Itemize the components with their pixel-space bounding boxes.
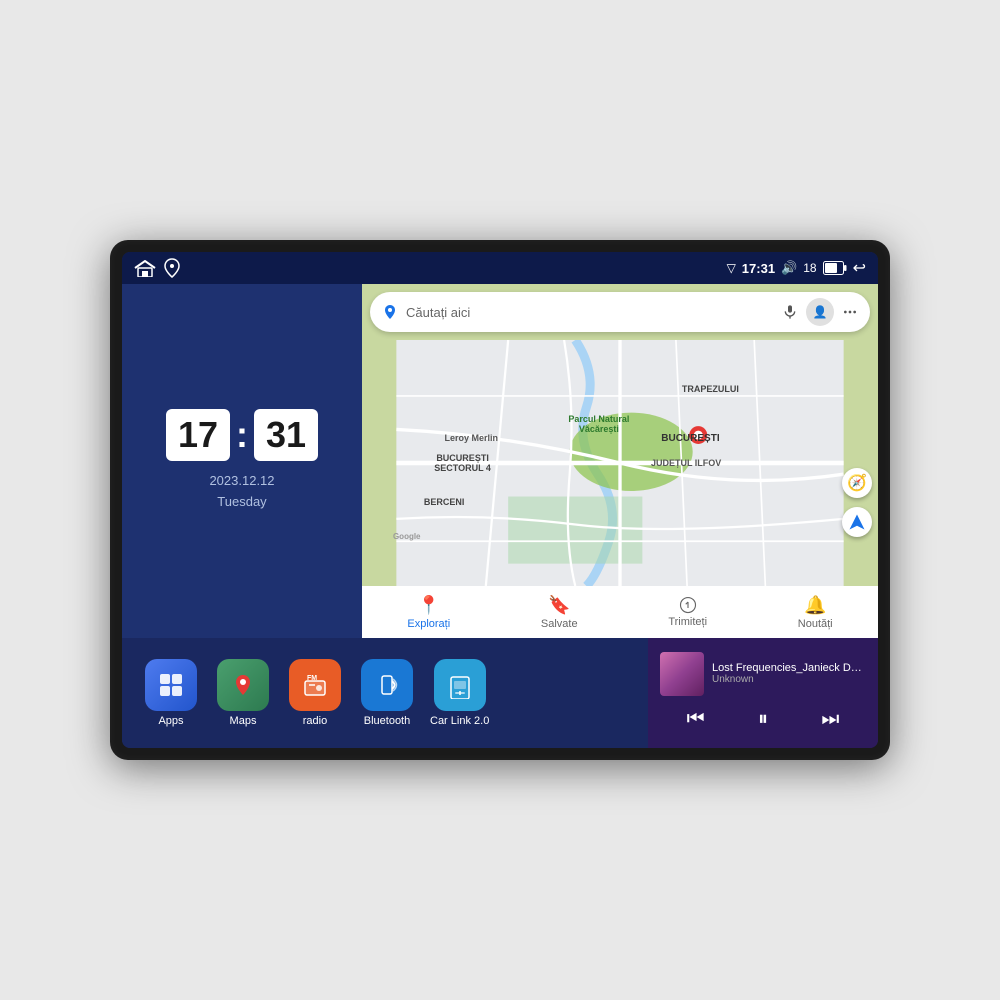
label-sector4: BUCUREȘTISECTORUL 4 (434, 453, 491, 473)
map-panel[interactable]: Căutați aici 👤 (362, 284, 878, 638)
clock-hours: 17 (166, 409, 230, 461)
share-icon (679, 596, 697, 614)
apps-icon (145, 659, 197, 711)
nav-exploreaza-label: Explorați (407, 618, 450, 630)
radio-app-icon: FM (301, 671, 329, 699)
menu-icon[interactable] (842, 304, 858, 320)
music-player: Lost Frequencies_Janieck Devy-... Unknow… (648, 638, 878, 748)
back-icon[interactable]: ↩ (853, 258, 866, 278)
nav-trimiteti-label: Trimiteți (668, 616, 707, 628)
day-value: Tuesday (209, 492, 274, 513)
app-carlink[interactable]: Car Link 2.0 (430, 659, 489, 727)
saved-icon: 🔖 (548, 595, 570, 616)
maps-label: Maps (230, 715, 257, 727)
radio-label: radio (303, 715, 327, 727)
map-search-bar[interactable]: Căutați aici 👤 (370, 292, 870, 332)
map-bottom-nav: 📍 Explorați 🔖 Salvate Trimiteți (362, 586, 878, 638)
date-display: 2023.12.12 Tuesday (209, 471, 274, 513)
nav-trimiteti[interactable]: Trimiteți (668, 596, 707, 628)
nav-noutati[interactable]: 🔔 Noutăți (798, 595, 833, 630)
bluetooth-label: Bluetooth (364, 715, 410, 727)
music-info: Lost Frequencies_Janieck Devy-... Unknow… (660, 652, 866, 696)
next-button[interactable]: ⏭ (811, 704, 849, 735)
device: ▽ 17:31 🔊 18 ↩ 17 : 31 (110, 240, 890, 760)
app-radio[interactable]: FM radio (286, 659, 344, 727)
volume-icon: 🔊 (781, 260, 797, 276)
apps-bar: Apps Maps (122, 638, 648, 748)
battery-value: 18 (803, 261, 816, 275)
album-art (660, 652, 704, 696)
carlink-app-icon (446, 671, 474, 699)
maps-icon (217, 659, 269, 711)
radio-icon: FM (289, 659, 341, 711)
microphone-icon[interactable] (782, 304, 798, 320)
app-maps[interactable]: Maps (214, 659, 272, 727)
explore-icon: 📍 (418, 595, 440, 616)
label-google: Google (393, 532, 421, 541)
home-icon[interactable] (134, 260, 156, 277)
maps-app-icon (229, 671, 257, 699)
clock-minutes: 31 (254, 409, 318, 461)
location-nav-icon[interactable] (164, 258, 180, 278)
date-value: 2023.12.12 (209, 471, 274, 492)
music-text: Lost Frequencies_Janieck Devy-... Unknow… (712, 662, 866, 685)
news-icon: 🔔 (804, 595, 826, 616)
signal-icon: ▽ (727, 261, 736, 275)
label-trapezului: TRAPEZULUI (682, 384, 739, 394)
screen: ▽ 17:31 🔊 18 ↩ 17 : 31 (122, 252, 878, 748)
music-artist: Unknown (712, 674, 866, 685)
user-avatar[interactable]: 👤 (806, 298, 834, 326)
clock-panel: 17 : 31 2023.12.12 Tuesday (122, 284, 362, 638)
map-area[interactable]: TRAPEZULUI BUCUREȘTI JUDEȚUL ILFOV Parcu… (362, 340, 878, 586)
svg-text:FM: FM (307, 675, 317, 682)
bottom-section: Apps Maps (122, 638, 878, 748)
nav-exploreaza[interactable]: 📍 Explorați (407, 595, 450, 630)
status-left-icons (134, 258, 180, 278)
label-parcul: Parcul NaturalVăcărești (568, 414, 629, 434)
battery-icon (823, 261, 847, 275)
compass-button[interactable]: 🧭 (842, 468, 872, 498)
music-controls: ⏮ ⏸ ⏭ (660, 704, 866, 735)
label-leroy: Leroy Merlin (445, 433, 499, 443)
music-title: Lost Frequencies_Janieck Devy-... (712, 662, 866, 674)
album-art-image (660, 652, 704, 696)
label-berceni: BERCENI (424, 497, 465, 507)
app-bluetooth[interactable]: Bluetooth (358, 659, 416, 727)
nav-salvate-label: Salvate (541, 618, 578, 630)
label-bucuresti: BUCUREȘTI (661, 433, 719, 444)
clock-separator: : (236, 417, 248, 453)
app-apps[interactable]: Apps (142, 659, 200, 727)
bluetooth-icon-bg (361, 659, 413, 711)
bluetooth-app-icon (373, 671, 401, 699)
main-content: 17 : 31 2023.12.12 Tuesday Căutați (122, 284, 878, 638)
apps-grid-icon (157, 671, 185, 699)
clock-widget: 17 : 31 (166, 409, 318, 461)
maps-pin-icon (382, 304, 398, 320)
status-time: 17:31 (742, 261, 775, 276)
carlink-icon-bg (434, 659, 486, 711)
status-bar: ▽ 17:31 🔊 18 ↩ (122, 252, 878, 284)
nav-salvate[interactable]: 🔖 Salvate (541, 595, 578, 630)
nav-noutati-label: Noutăți (798, 618, 833, 630)
label-ilfov: JUDEȚUL ILFOV (651, 458, 721, 468)
play-pause-button[interactable]: ⏸ (748, 704, 778, 735)
carlink-label: Car Link 2.0 (430, 715, 489, 727)
status-right-icons: ▽ 17:31 🔊 18 ↩ (727, 258, 866, 278)
apps-label: Apps (158, 715, 183, 727)
search-placeholder[interactable]: Căutați aici (406, 305, 774, 320)
prev-button[interactable]: ⏮ (677, 704, 715, 735)
